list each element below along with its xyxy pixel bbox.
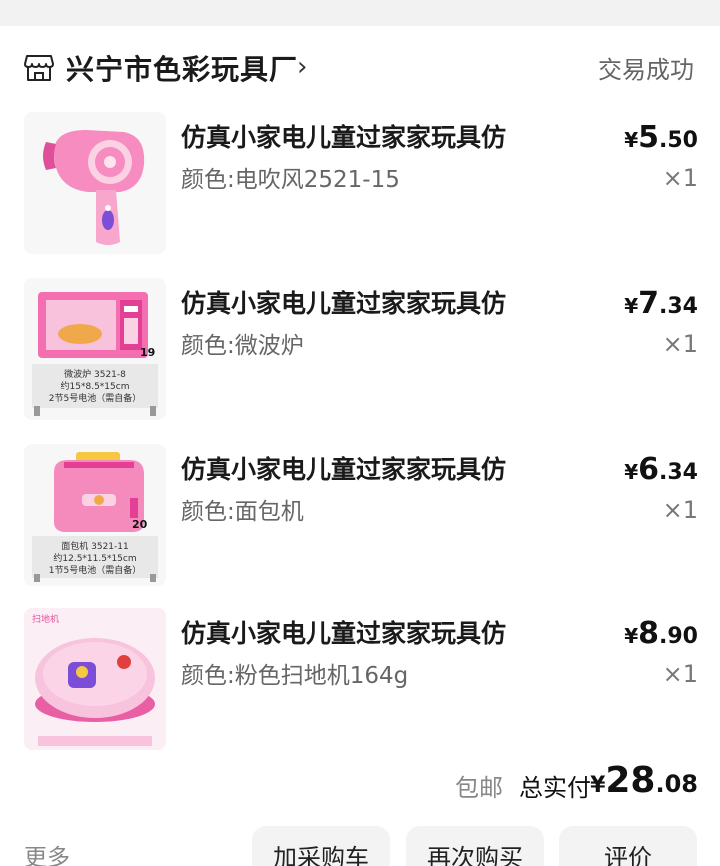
thumbnail-caption: 1节5号电池（需自备） xyxy=(49,564,141,576)
product-thumbnail-robot-vacuum[interactable]: 扫地机 xyxy=(24,608,166,750)
item-spec: 颜色:电吹风2521-15 xyxy=(181,167,400,193)
item-price: ¥6.34 xyxy=(624,452,698,487)
product-thumbnail-hair-dryer[interactable] xyxy=(24,112,166,254)
item-title[interactable]: 仿真小家电儿童过家家玩具仿 xyxy=(181,450,506,486)
store-icon xyxy=(24,55,54,81)
thumbnail-label: 扫地机 xyxy=(32,613,59,625)
item-quantity: ×1 xyxy=(662,660,698,688)
thumbnail-caption: 约12.5*11.5*15cm xyxy=(53,552,136,564)
order-item[interactable]: 扫地机 仿真小家电儿童过家家玩具仿 颜色:粉色扫地机164g ¥8.90 ×1 xyxy=(0,608,720,754)
free-shipping-label: 包邮 xyxy=(455,774,503,802)
item-title[interactable]: 仿真小家电儿童过家家玩具仿 xyxy=(181,284,506,320)
shop-name[interactable]: 兴宁市色彩玩具厂 xyxy=(66,48,298,88)
item-quantity: ×1 xyxy=(662,330,698,358)
thumbnail-number: 20 xyxy=(132,518,148,531)
item-quantity: ×1 xyxy=(662,496,698,524)
total-paid-amount: ¥28.08 xyxy=(590,760,698,801)
thumbnail-caption: 面包机 3521-11 xyxy=(61,540,128,552)
item-spec: 颜色:粉色扫地机164g xyxy=(181,663,409,689)
item-price: ¥8.90 xyxy=(624,616,698,651)
thumbnail-caption: 2节5号电池（需自备） xyxy=(49,392,141,404)
item-price: ¥7.34 xyxy=(624,286,698,321)
item-price: ¥5.50 xyxy=(624,120,698,155)
buy-again-button[interactable]: 再次购买 xyxy=(406,826,544,866)
order-item[interactable]: 仿真小家电儿童过家家玩具仿 颜色:电吹风2521-15 ¥5.50 ×1 xyxy=(0,112,720,258)
more-button[interactable]: 更多 xyxy=(24,838,70,866)
order-status: 交易成功 xyxy=(598,56,694,84)
item-spec: 颜色:微波炉 xyxy=(181,333,304,359)
product-thumbnail-toaster[interactable]: 20 面包机 3521-11 约12.5*11.5*15cm 1节5号电池（需自… xyxy=(24,444,166,586)
chevron-right-icon[interactable]: › xyxy=(297,52,307,82)
item-quantity: ×1 xyxy=(662,164,698,192)
item-title[interactable]: 仿真小家电儿童过家家玩具仿 xyxy=(181,118,506,154)
thumbnail-caption: 微波炉 3521-8 xyxy=(64,368,126,380)
order-item[interactable]: 19 微波炉 3521-8 约15*8.5*15cm 2节5号电池（需自备） 仿… xyxy=(0,278,720,424)
order-total-row: 包邮 总实付 ¥28.08 xyxy=(0,760,720,810)
top-gap xyxy=(0,0,720,26)
order-item[interactable]: 20 面包机 3521-11 约12.5*11.5*15cm 1节5号电池（需自… xyxy=(0,444,720,590)
thumbnail-number: 19 xyxy=(140,346,155,359)
item-spec: 颜色:面包机 xyxy=(181,499,304,525)
thumbnail-caption: 约15*8.5*15cm xyxy=(61,380,130,392)
shop-header[interactable]: 兴宁市色彩玩具厂 › 交易成功 xyxy=(0,26,720,106)
item-title[interactable]: 仿真小家电儿童过家家玩具仿 xyxy=(181,614,506,650)
product-thumbnail-microwave[interactable]: 19 微波炉 3521-8 约15*8.5*15cm 2节5号电池（需自备） xyxy=(24,278,166,420)
total-paid-label: 总实付 xyxy=(519,774,591,802)
add-to-cart-button[interactable]: 加采购车 xyxy=(252,826,390,866)
review-button[interactable]: 评价 xyxy=(559,826,697,866)
